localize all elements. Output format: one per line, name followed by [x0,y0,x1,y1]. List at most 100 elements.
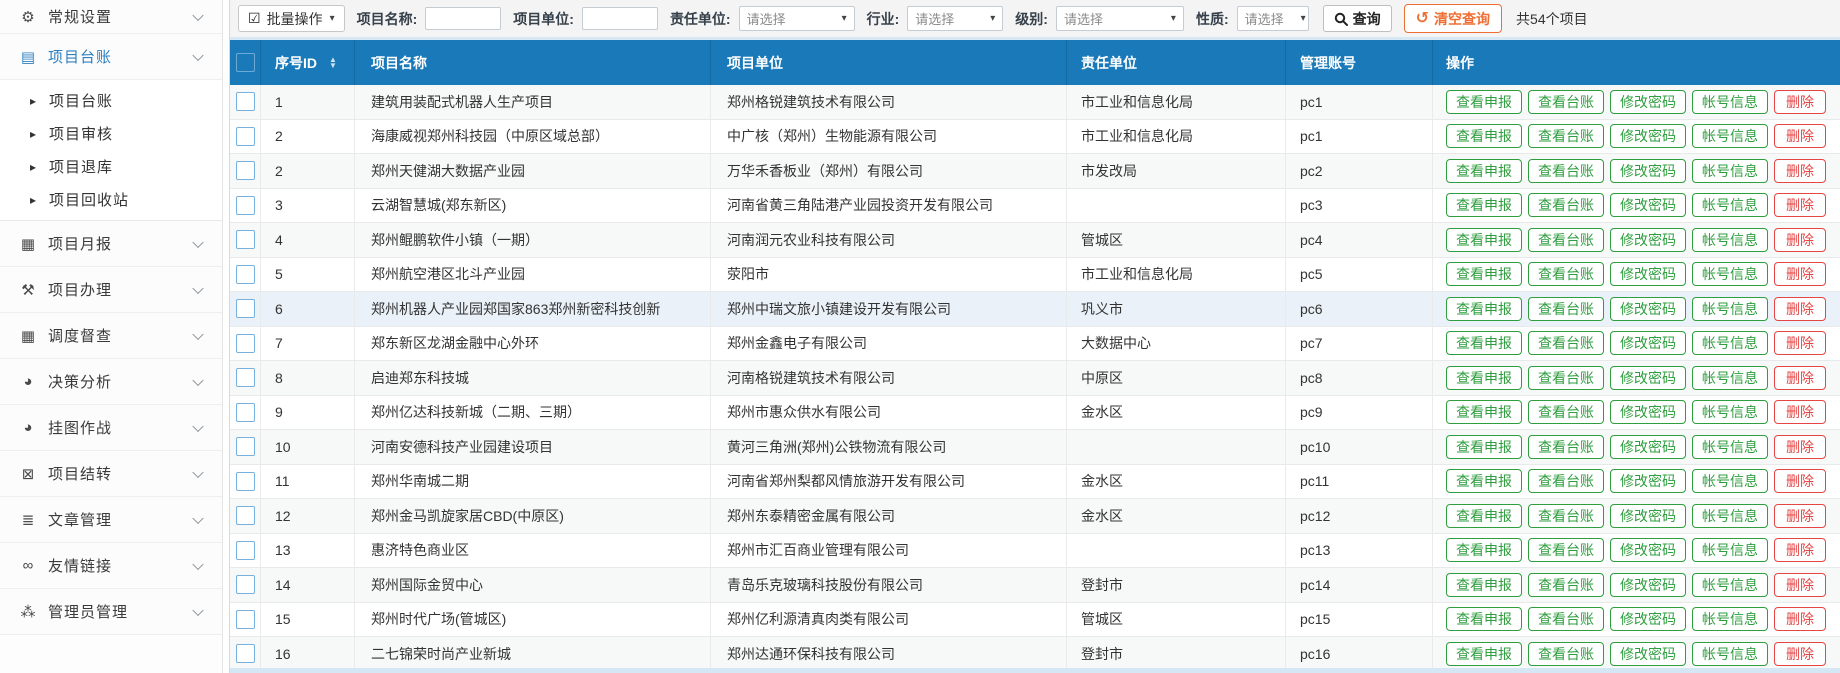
view-declaration-button[interactable]: 查看申报 [1446,193,1522,217]
select-all-checkbox[interactable] [236,53,255,72]
row-checkbox[interactable] [236,230,255,249]
account-info-button[interactable]: 帐号信息 [1692,400,1768,424]
view-ledger-button[interactable]: 查看台账 [1528,504,1604,528]
submenu-item[interactable]: ▸项目回收站 [0,183,222,216]
project-unit-input[interactable] [582,7,658,30]
view-declaration-button[interactable]: 查看申报 [1446,642,1522,666]
row-checkbox[interactable] [236,299,255,318]
change-password-button[interactable]: 修改密码 [1610,366,1686,390]
account-info-button[interactable]: 帐号信息 [1692,331,1768,355]
account-info-button[interactable]: 帐号信息 [1692,607,1768,631]
view-declaration-button[interactable]: 查看申报 [1446,366,1522,390]
view-ledger-button[interactable]: 查看台账 [1528,159,1604,183]
view-declaration-button[interactable]: 查看申报 [1446,400,1522,424]
delete-button[interactable]: 删除 [1774,159,1826,183]
delete-button[interactable]: 删除 [1774,297,1826,321]
view-ledger-button[interactable]: 查看台账 [1528,366,1604,390]
sidebar-item-friendly-links[interactable]: ∞友情链接 [0,543,222,589]
account-info-button[interactable]: 帐号信息 [1692,435,1768,459]
row-checkbox[interactable] [236,92,255,111]
change-password-button[interactable]: 修改密码 [1610,193,1686,217]
sidebar-item-dispatch-supervision[interactable]: ▦调度督查 [0,313,222,359]
sidebar-item-admin-management[interactable]: ⁂管理员管理 [0,589,222,635]
view-ledger-button[interactable]: 查看台账 [1528,642,1604,666]
view-ledger-button[interactable]: 查看台账 [1528,573,1604,597]
change-password-button[interactable]: 修改密码 [1610,331,1686,355]
sidebar-item-project-handling[interactable]: ⚒项目办理 [0,267,222,313]
sidebar-item-map-operations[interactable]: ◕挂图作战 [0,405,222,451]
change-password-button[interactable]: 修改密码 [1610,435,1686,459]
delete-button[interactable]: 删除 [1774,124,1826,148]
view-ledger-button[interactable]: 查看台账 [1528,607,1604,631]
change-password-button[interactable]: 修改密码 [1610,262,1686,286]
delete-button[interactable]: 删除 [1774,573,1826,597]
account-info-button[interactable]: 帐号信息 [1692,159,1768,183]
sidebar-item-article-management[interactable]: ≣文章管理 [0,497,222,543]
sidebar-item-general-settings[interactable]: ⚙常规设置 [0,0,222,34]
view-declaration-button[interactable]: 查看申报 [1446,573,1522,597]
view-ledger-button[interactable]: 查看台账 [1528,90,1604,114]
view-declaration-button[interactable]: 查看申报 [1446,228,1522,252]
sidebar-item-decision-analysis[interactable]: ◕决策分析 [0,359,222,405]
delete-button[interactable]: 删除 [1774,607,1826,631]
project-name-input[interactable] [425,7,501,30]
view-ledger-button[interactable]: 查看台账 [1528,124,1604,148]
delete-button[interactable]: 删除 [1774,262,1826,286]
account-info-button[interactable]: 帐号信息 [1692,504,1768,528]
view-ledger-button[interactable]: 查看台账 [1528,435,1604,459]
change-password-button[interactable]: 修改密码 [1610,642,1686,666]
view-declaration-button[interactable]: 查看申报 [1446,297,1522,321]
account-info-button[interactable]: 帐号信息 [1692,193,1768,217]
delete-button[interactable]: 删除 [1774,90,1826,114]
account-info-button[interactable]: 帐号信息 [1692,262,1768,286]
view-declaration-button[interactable]: 查看申报 [1446,90,1522,114]
view-ledger-button[interactable]: 查看台账 [1528,538,1604,562]
view-declaration-button[interactable]: 查看申报 [1446,469,1522,493]
delete-button[interactable]: 删除 [1774,228,1826,252]
account-info-button[interactable]: 帐号信息 [1692,90,1768,114]
change-password-button[interactable]: 修改密码 [1610,504,1686,528]
change-password-button[interactable]: 修改密码 [1610,538,1686,562]
industry-select[interactable]: 请选择 ▾ [907,6,1003,31]
delete-button[interactable]: 删除 [1774,469,1826,493]
account-info-button[interactable]: 帐号信息 [1692,228,1768,252]
submenu-item[interactable]: ▸项目退库 [0,150,222,183]
change-password-button[interactable]: 修改密码 [1610,159,1686,183]
account-info-button[interactable]: 帐号信息 [1692,642,1768,666]
sidebar-item-project-monthly-report[interactable]: ▦项目月报 [0,221,222,267]
change-password-button[interactable]: 修改密码 [1610,573,1686,597]
view-ledger-button[interactable]: 查看台账 [1528,331,1604,355]
view-declaration-button[interactable]: 查看申报 [1446,331,1522,355]
view-ledger-button[interactable]: 查看台账 [1528,228,1604,252]
responsible-unit-select[interactable]: 请选择 ▾ [739,6,855,31]
nature-select[interactable]: 请选择 ▾ [1237,6,1309,31]
row-checkbox[interactable] [236,368,255,387]
row-checkbox[interactable] [236,161,255,180]
change-password-button[interactable]: 修改密码 [1610,607,1686,631]
row-checkbox[interactable] [236,506,255,525]
view-ledger-button[interactable]: 查看台账 [1528,469,1604,493]
account-info-button[interactable]: 帐号信息 [1692,538,1768,562]
row-checkbox[interactable] [236,575,255,594]
delete-button[interactable]: 删除 [1774,193,1826,217]
view-declaration-button[interactable]: 查看申报 [1446,124,1522,148]
change-password-button[interactable]: 修改密码 [1610,469,1686,493]
submenu-item[interactable]: ▸项目台账 [0,84,222,117]
sidebar-item-project-carryover[interactable]: ⊠项目结转 [0,451,222,497]
query-button[interactable]: 查询 [1323,5,1392,32]
change-password-button[interactable]: 修改密码 [1610,90,1686,114]
view-declaration-button[interactable]: 查看申报 [1446,504,1522,528]
batch-operation-button[interactable]: ☑ 批量操作 ▾ [238,5,345,32]
row-checkbox[interactable] [236,127,255,146]
row-checkbox[interactable] [236,541,255,560]
delete-button[interactable]: 删除 [1774,642,1826,666]
view-declaration-button[interactable]: 查看申报 [1446,159,1522,183]
view-ledger-button[interactable]: 查看台账 [1528,297,1604,321]
row-checkbox[interactable] [236,265,255,284]
change-password-button[interactable]: 修改密码 [1610,297,1686,321]
view-declaration-button[interactable]: 查看申报 [1446,262,1522,286]
row-checkbox[interactable] [236,472,255,491]
clear-query-button[interactable]: ↺ 清空查询 [1404,4,1502,33]
account-info-button[interactable]: 帐号信息 [1692,573,1768,597]
sort-icon[interactable]: ▲▼ [329,57,337,69]
